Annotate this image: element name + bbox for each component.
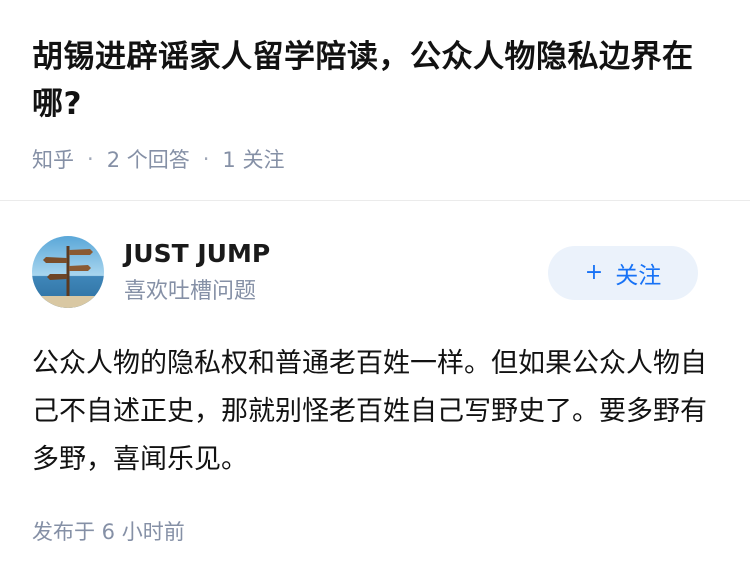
author-row: JUST JUMP 喜欢吐槽问题 + 关注 — [32, 236, 698, 310]
publish-time: 发布于 6 小时前 — [32, 520, 185, 544]
question-title[interactable]: 胡锡进辟谣家人留学陪读，公众人物隐私边界在哪? — [32, 34, 722, 128]
author-avatar[interactable] — [32, 236, 104, 308]
answer-count[interactable]: 2 个回答 — [107, 144, 190, 174]
follower-count[interactable]: 1 关注 — [222, 144, 284, 174]
meta-separator: · — [202, 147, 210, 171]
follow-button-label: 关注 — [615, 263, 662, 289]
author-bio: 喜欢吐槽问题 — [124, 279, 257, 304]
signpost-avatar-icon — [32, 236, 104, 308]
author-name[interactable]: JUST JUMP — [124, 238, 270, 270]
answer-content: 公众人物的隐私权和普通老百姓一样。但如果公众人物自己不自述正史，那就别怪老百姓自… — [32, 348, 707, 475]
section-divider — [0, 200, 750, 201]
answer-page: 胡锡进辟谣家人留学陪读，公众人物隐私边界在哪? 知乎 · 2 个回答 · 1 关… — [0, 0, 750, 586]
follow-button[interactable]: + 关注 — [548, 246, 698, 300]
plus-icon: + — [584, 260, 604, 285]
source-label[interactable]: 知乎 — [32, 144, 74, 174]
meta-separator: · — [87, 147, 94, 171]
question-meta: 知乎 · 2 个回答 · 1 关注 — [32, 144, 722, 174]
question-header: 胡锡进辟谣家人留学陪读，公众人物隐私边界在哪? 知乎 · 2 个回答 · 1 关… — [32, 34, 722, 174]
